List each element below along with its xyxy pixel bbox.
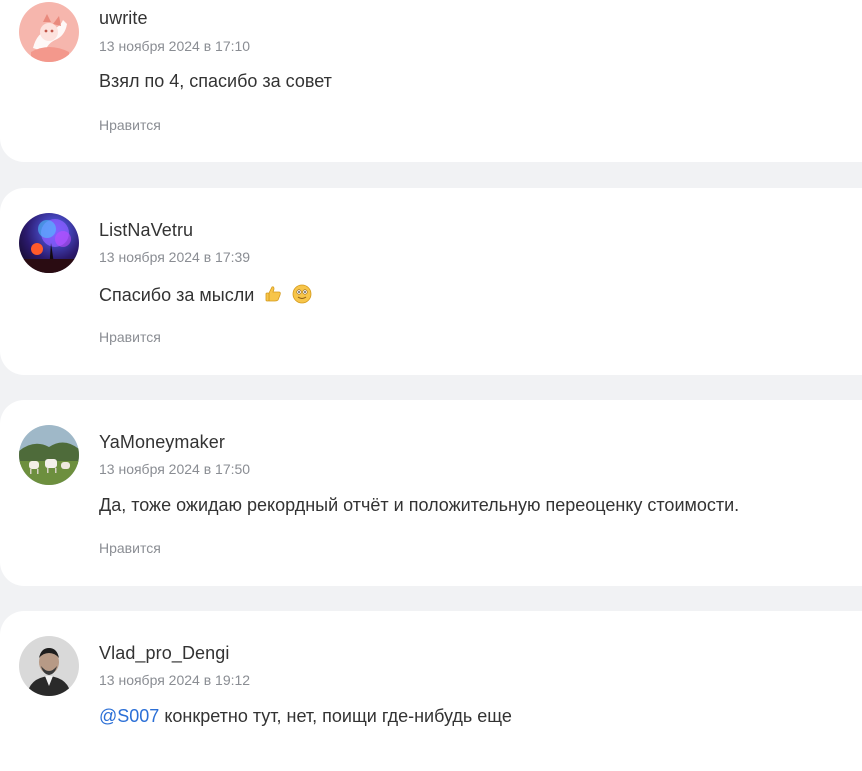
comment-text: Да, тоже ожидаю рекордный отчёт и положи… <box>99 495 740 515</box>
thumbs-up-icon <box>263 284 283 309</box>
comment-date[interactable]: 13 ноября 2024 в 17:10 <box>99 38 250 54</box>
like-button[interactable]: Нравится <box>99 540 161 556</box>
comment-date[interactable]: 13 ноября 2024 в 19:12 <box>99 672 250 688</box>
comment-date[interactable]: 13 ноября 2024 в 17:50 <box>99 461 250 477</box>
comment-text-row: @S007 конкретно тут, нет, поищи где-нибу… <box>99 706 512 727</box>
comment-card: uwrite 13 ноября 2024 в 17:10 Взял по 4,… <box>0 0 862 162</box>
author-name[interactable]: ListNaVetru <box>99 220 193 241</box>
author-name[interactable]: YaMoneymaker <box>99 432 225 453</box>
smiling-face-icon <box>292 284 312 309</box>
author-name[interactable]: uwrite <box>99 8 148 29</box>
like-button[interactable]: Нравится <box>99 329 161 345</box>
comment-text: Спасибо за мысли <box>99 285 255 305</box>
comment-card: YaMoneymaker 13 ноября 2024 в 17:50 Да, … <box>0 400 862 586</box>
comment-text: конкретно тут, нет, поищи где-нибудь еще <box>159 706 512 726</box>
comment-card: Vlad_pro_Dengi 13 ноября 2024 в 19:12 @S… <box>0 611 862 771</box>
comment-card: ListNaVetru 13 ноября 2024 в 17:39 Спаси… <box>0 188 862 375</box>
comment-date[interactable]: 13 ноября 2024 в 17:39 <box>99 249 250 265</box>
person-photo-avatar-icon[interactable] <box>19 636 79 696</box>
comment-text: Взял по 4, спасибо за совет <box>99 71 332 91</box>
fox-avatar-icon[interactable] <box>19 2 79 62</box>
tree-night-avatar-icon[interactable] <box>19 213 79 273</box>
user-mention-link[interactable]: @S007 <box>99 706 159 726</box>
like-button[interactable]: Нравится <box>99 117 161 133</box>
goats-field-avatar-icon[interactable] <box>19 425 79 485</box>
comment-text-row: Спасибо за мысли <box>99 284 312 309</box>
author-name[interactable]: Vlad_pro_Dengi <box>99 643 230 664</box>
